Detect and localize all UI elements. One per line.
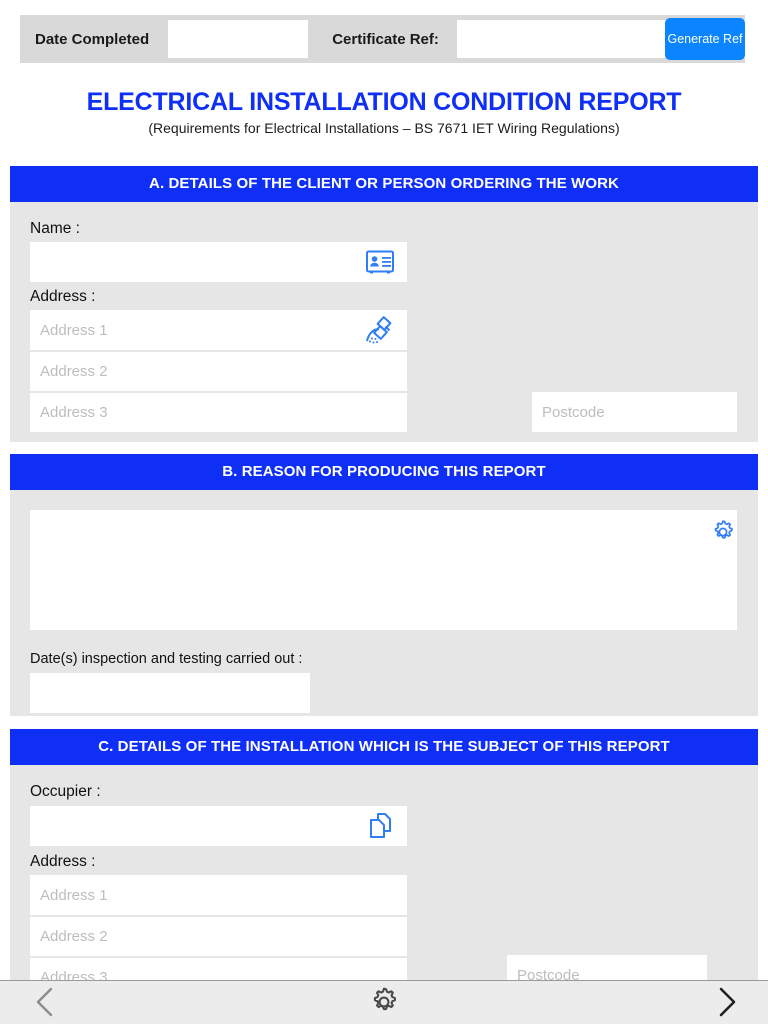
client-address2-input[interactable] [30, 351, 407, 391]
section-b-body: Date(s) inspection and testing carried o… [10, 490, 758, 716]
address-label-a: Address : [30, 288, 96, 305]
certificate-ref-label: Certificate Ref: [332, 30, 439, 48]
name-label: Name : [30, 220, 80, 237]
installation-address3-input[interactable] [30, 957, 407, 980]
section-c-body: Occupier : Address : [10, 765, 758, 980]
section-b-header: B. REASON FOR PRODUCING THIS REPORT [10, 454, 758, 490]
occupier-name-input[interactable] [30, 806, 407, 846]
dates-inspection-label: Date(s) inspection and testing carried o… [30, 651, 303, 667]
installation-address1-input[interactable] [30, 875, 407, 915]
reason-for-report-textarea[interactable] [30, 510, 737, 630]
top-utility-bar: Date Completed Certificate Ref: Generate… [20, 15, 745, 63]
section-a-header: A. DETAILS OF THE CLIENT OR PERSON ORDER… [10, 166, 758, 202]
section-a-body: Name : Address : [10, 202, 758, 442]
page-title: ELECTRICAL INSTALLATION CONDITION REPORT [86, 88, 682, 116]
dates-inspection-input[interactable] [30, 673, 310, 713]
client-postcode-input[interactable] [532, 392, 737, 432]
date-completed-label: Date Completed [35, 30, 150, 48]
gear-icon[interactable] [364, 986, 404, 1020]
client-address3-input[interactable] [30, 392, 407, 432]
satellite-location-icon[interactable] [362, 314, 400, 348]
installation-address2-input[interactable] [30, 916, 407, 956]
client-address1-input[interactable] [30, 310, 407, 350]
chevron-left-icon[interactable] [22, 985, 68, 1021]
date-completed-input[interactable] [168, 20, 309, 58]
chevron-right-icon[interactable] [704, 985, 750, 1021]
copy-documents-icon[interactable] [363, 809, 399, 843]
installation-postcode-input[interactable] [507, 955, 707, 980]
gear-icon[interactable] [707, 516, 739, 548]
occupier-label: Occupier : [30, 783, 101, 800]
section-c-header: C. DETAILS OF THE INSTALLATION WHICH IS … [10, 729, 758, 765]
contact-card-icon[interactable] [362, 247, 398, 277]
generate-ref-button[interactable]: Generate Ref [665, 18, 745, 60]
page-subtitle: (Requirements for Electrical Installatio… [148, 120, 620, 136]
client-name-input[interactable] [30, 242, 407, 282]
bottom-navigation-bar [0, 980, 768, 1024]
address-label-c: Address : [30, 853, 96, 870]
report-page: Date Completed Certificate Ref: Generate… [0, 0, 768, 1024]
